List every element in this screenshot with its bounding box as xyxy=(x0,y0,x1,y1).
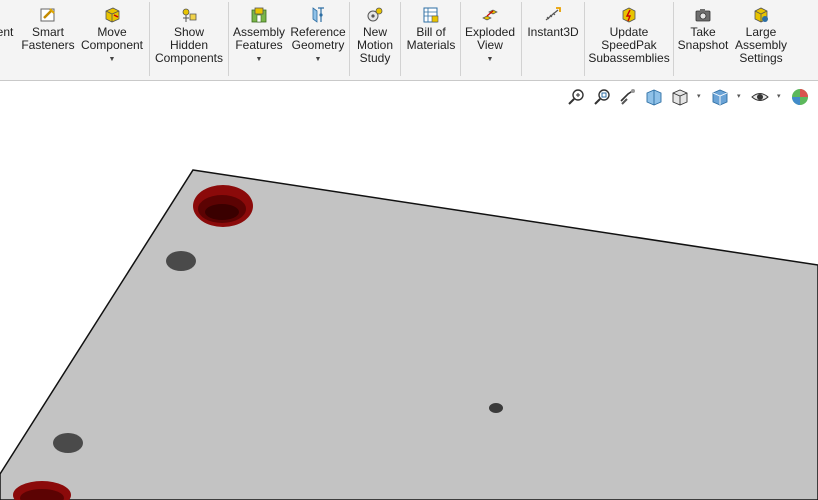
new-motion-study-label: New Motion Study xyxy=(356,25,394,65)
smart-fasteners-button[interactable]: Smart Fasteners xyxy=(18,0,78,80)
reference-geometry-icon xyxy=(312,7,324,23)
smart-fasteners-icon xyxy=(40,8,55,22)
ribbon-separator xyxy=(149,2,150,76)
section-view-icon[interactable] xyxy=(644,87,664,107)
assembly-features-label: Assembly Features xyxy=(232,25,285,52)
camera-icon xyxy=(695,9,711,22)
ribbon-partial-label: ent xyxy=(0,25,14,39)
large-assembly-settings-button[interactable]: Large Assembly Settings xyxy=(732,0,790,80)
move-component-icon xyxy=(105,7,120,23)
reference-geometry-dropdown[interactable]: ▼ xyxy=(315,56,322,64)
show-hidden-components-button[interactable]: Show Hidden Components xyxy=(152,0,226,80)
ribbon-separator xyxy=(521,2,522,76)
instant3d-label: Instant3D xyxy=(527,25,579,39)
take-snapshot-button[interactable]: Take Snapshot xyxy=(676,0,730,80)
show-hidden-components-icon xyxy=(182,8,197,22)
reference-geometry-button[interactable]: Reference Geometry ▼ xyxy=(288,0,348,80)
through-hole[interactable] xyxy=(166,251,196,271)
show-hidden-components-label: Show Hidden Components xyxy=(154,25,224,65)
view-orientation-dropdown[interactable]: ▾ xyxy=(697,92,701,100)
update-speedpak-button[interactable]: Update SpeedPak Subassemblies xyxy=(587,0,671,80)
assembly-features-icon xyxy=(251,7,267,23)
exploded-view-button[interactable]: Exploded View ▼ xyxy=(463,0,517,80)
exploded-view-label: Exploded View xyxy=(464,25,516,52)
ribbon-separator xyxy=(228,2,229,76)
bill-of-materials-label: Bill of Materials xyxy=(406,25,456,52)
ribbon-separator xyxy=(584,2,585,76)
previous-view-icon[interactable] xyxy=(618,87,638,107)
reference-geometry-label: Reference Geometry xyxy=(290,25,346,52)
ribbon-separator xyxy=(400,2,401,76)
hide-show-items-icon[interactable] xyxy=(750,87,770,107)
ribbon-separator xyxy=(349,2,350,76)
update-speedpak-label: Update SpeedPak Subassemblies xyxy=(588,25,670,65)
motion-study-icon xyxy=(367,7,383,22)
assembly-features-button[interactable]: Assembly Features ▼ xyxy=(231,0,287,80)
move-component-dropdown[interactable]: ▼ xyxy=(109,56,116,64)
bill-of-materials-button[interactable]: Bill of Materials xyxy=(403,0,459,80)
zoom-to-area-icon[interactable] xyxy=(592,87,612,107)
move-component-button[interactable]: Move Component ▼ xyxy=(80,0,144,80)
display-style-dropdown[interactable]: ▾ xyxy=(737,92,741,100)
graphics-area[interactable] xyxy=(0,81,818,500)
edit-appearance-icon[interactable] xyxy=(790,87,810,107)
large-assembly-settings-icon xyxy=(754,7,768,23)
view-orientation-icon[interactable] xyxy=(670,87,690,107)
hide-show-items-dropdown[interactable]: ▾ xyxy=(777,92,781,100)
large-assembly-settings-label: Large Assembly Settings xyxy=(734,25,787,65)
bill-of-materials-icon xyxy=(423,7,439,23)
command-manager-ribbon: ent Smart Fasteners Move Component ▼ Sho… xyxy=(0,0,818,81)
move-component-label: Move Component xyxy=(80,25,144,52)
instant3d-icon xyxy=(545,7,561,21)
new-motion-study-button[interactable]: New Motion Study xyxy=(352,0,398,80)
display-style-icon[interactable] xyxy=(710,87,730,107)
through-hole[interactable] xyxy=(53,433,83,453)
counterbore-hole[interactable] xyxy=(193,185,253,227)
speedpak-icon xyxy=(622,7,636,23)
take-snapshot-label: Take Snapshot xyxy=(677,25,729,52)
ribbon-partial-button[interactable]: ent xyxy=(0,0,14,80)
ribbon-separator xyxy=(460,2,461,76)
exploded-view-dropdown[interactable]: ▼ xyxy=(487,56,494,64)
smart-fasteners-label: Smart Fasteners xyxy=(21,25,75,52)
plate-top-face[interactable] xyxy=(0,169,818,500)
ribbon-separator xyxy=(673,2,674,76)
instant3d-button[interactable]: Instant3D xyxy=(524,0,582,80)
small-hole[interactable] xyxy=(489,403,503,413)
assembly-features-dropdown[interactable]: ▼ xyxy=(256,56,263,64)
zoom-to-fit-icon[interactable] xyxy=(566,87,586,107)
exploded-view-icon xyxy=(482,9,498,21)
